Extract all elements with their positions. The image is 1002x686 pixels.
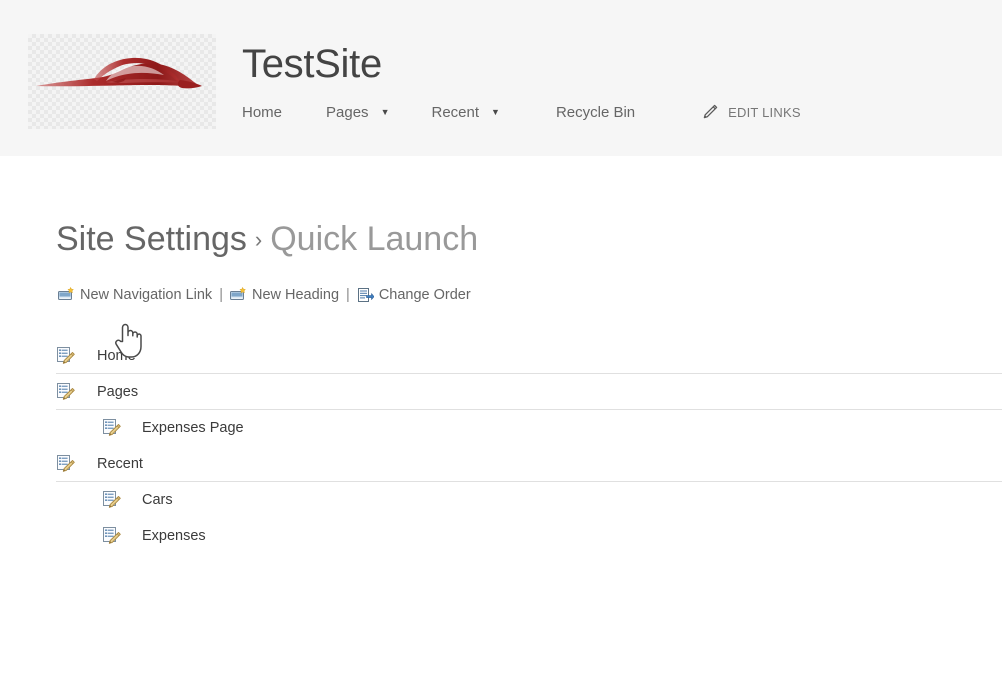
nav-item-home[interactable]: Home	[242, 104, 282, 121]
page-title: Quick Launch	[270, 220, 479, 258]
nav-node-label: Expenses Page	[142, 420, 244, 436]
nav-node-row-expenses[interactable]: Expenses	[56, 518, 1002, 554]
site-header: TestSite Home Pages ▼ Recent ▼ Recycle B…	[0, 0, 1002, 156]
nav-node-row-expenses-page[interactable]: Expenses Page	[56, 410, 1002, 446]
top-navigation: Home Pages ▼ Recent ▼ Recycle Bin EDIT L…	[242, 96, 801, 128]
car-silhouette-icon	[36, 57, 202, 89]
edit-node-icon[interactable]	[102, 418, 122, 438]
new-navigation-link-label: New Navigation Link	[80, 287, 213, 303]
pencil-icon	[701, 103, 719, 121]
site-title: TestSite	[242, 42, 382, 86]
new-heading-icon	[229, 286, 247, 303]
new-link-icon	[58, 286, 75, 303]
nav-node-label: Expenses	[142, 528, 206, 544]
nav-item-pages[interactable]: Pages	[326, 104, 369, 121]
nav-node-row-cars[interactable]: Cars	[56, 482, 1002, 518]
new-heading-label: New Heading	[251, 287, 340, 303]
change-order-label: Change Order	[378, 287, 471, 303]
edit-node-icon[interactable]	[56, 346, 76, 366]
toolbar-separator-1: |	[219, 287, 223, 303]
nav-node-label: Pages	[97, 383, 139, 400]
edit-links-label: EDIT LINKS	[728, 104, 801, 120]
breadcrumb-separator-icon: ›	[254, 227, 263, 252]
change-order-button[interactable]: Change Order	[357, 287, 471, 303]
nav-node-label: Recent	[97, 455, 143, 472]
toolbar-separator-2: |	[346, 287, 350, 303]
edit-links-button[interactable]: EDIT LINKS	[701, 103, 801, 121]
new-heading-button[interactable]: New Heading	[229, 286, 340, 303]
main-content: Site Settings › Quick Launch New Navigatio…	[0, 156, 1002, 686]
edit-node-icon[interactable]	[102, 526, 122, 546]
chevron-down-icon-recent[interactable]: ▼	[491, 107, 500, 117]
edit-node-icon[interactable]	[56, 382, 76, 402]
change-order-icon	[357, 287, 375, 303]
nav-node-row-recent[interactable]: Recent	[56, 446, 1002, 482]
nav-node-row-pages[interactable]: Pages	[56, 374, 1002, 410]
toolbar: New Navigation Link | New Heading | Chan…	[58, 286, 471, 303]
nav-item-recent[interactable]: Recent	[431, 104, 479, 121]
nav-node-row-home[interactable]: Home	[56, 338, 1002, 374]
breadcrumb: Site Settings › Quick Launch	[56, 218, 478, 264]
chevron-down-icon-pages[interactable]: ▼	[381, 107, 390, 117]
breadcrumb-parent-link[interactable]: Site Settings	[56, 220, 247, 258]
quick-launch-node-list: Home Pages Expenses Page Recent Cars Exp…	[56, 338, 1002, 554]
site-logo[interactable]	[28, 34, 216, 129]
nav-node-label: Cars	[142, 492, 173, 508]
nav-node-label: Home	[97, 347, 136, 364]
edit-node-icon[interactable]	[56, 454, 76, 474]
edit-node-icon[interactable]	[102, 490, 122, 510]
nav-item-recycle-bin[interactable]: Recycle Bin	[556, 104, 635, 121]
new-navigation-link-button[interactable]: New Navigation Link	[58, 286, 213, 303]
